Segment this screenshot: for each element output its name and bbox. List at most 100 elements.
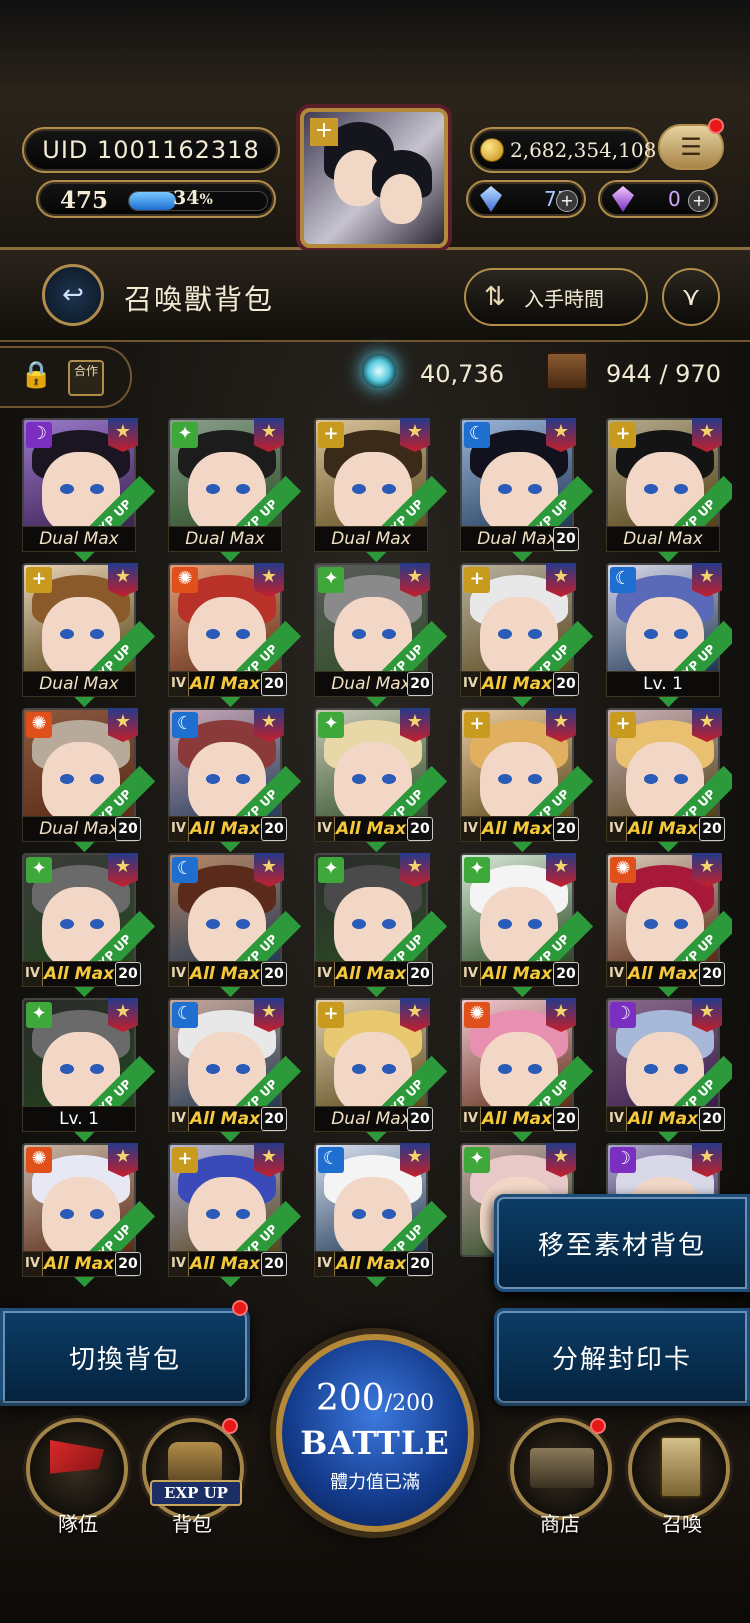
card-level-label: Dual Max 20 <box>314 671 433 697</box>
nav-team-button[interactable] <box>26 1418 128 1520</box>
rarity-star-icon: ★ <box>692 563 722 597</box>
summon-card[interactable]: ✺ ★ EXP UP Dual Max 20 <box>22 708 156 853</box>
summon-card[interactable]: ✦ ★ EXP UP IV All Max 20 <box>22 853 156 998</box>
card-max-status: All Max <box>189 964 261 984</box>
summon-card[interactable]: ✦ ★ EXP UP IV All Max 20 <box>314 708 448 853</box>
fire-element-icon: ✺ <box>26 1147 52 1173</box>
water-element-icon: ☾ <box>610 567 636 593</box>
wood-element-icon: ✦ <box>26 857 52 883</box>
decompose-seal-card-button[interactable]: 分解封印卡 <box>494 1308 750 1406</box>
rarity-star-icon: ★ <box>400 418 430 452</box>
card-max-status: All Max <box>481 819 553 839</box>
player-avatar[interactable]: + <box>300 108 448 248</box>
card-level-label: IV All Max 20 <box>168 816 287 842</box>
card-skill-level: 20 <box>261 672 287 696</box>
filter-button[interactable]: ⋎ <box>662 268 720 326</box>
summon-card[interactable]: ✺ ★ EXP UP IV All Max 20 <box>606 853 732 998</box>
storage-chest-icon <box>546 352 588 390</box>
card-level-label: IV All Max 20 <box>168 1251 287 1277</box>
nav-summon-button[interactable] <box>628 1418 730 1520</box>
summon-card[interactable]: + ★ EXP UP Dual Max <box>314 418 448 563</box>
rarity-star-icon: ★ <box>108 418 138 452</box>
card-skill-level: 20 <box>553 527 579 551</box>
light-element-icon: + <box>464 567 490 593</box>
rarity-star-icon: ★ <box>692 853 722 887</box>
add-blue-gem-button[interactable]: + <box>556 190 578 212</box>
merge-button[interactable]: 合作 <box>68 360 104 396</box>
summon-card[interactable]: ☾ ★ EXP UP IV All Max 20 <box>168 998 302 1143</box>
summon-card[interactable]: ✦ ★ EXP UP Dual Max 20 <box>314 563 448 708</box>
wood-element-icon: ✦ <box>26 1002 52 1028</box>
light-element-icon: + <box>464 712 490 738</box>
rarity-star-icon: ★ <box>254 418 284 452</box>
exp-bar-fill <box>129 192 176 210</box>
back-button[interactable]: ↩ <box>42 264 104 326</box>
card-skill-level: 20 <box>115 817 141 841</box>
move-to-material-bag-button[interactable]: 移至素材背包 <box>494 1194 750 1292</box>
card-max-status: Dual Max <box>331 674 411 694</box>
sort-button[interactable]: ⇅ 入手時間 <box>464 268 648 326</box>
add-purple-gem-button[interactable]: + <box>688 190 710 212</box>
summon-card[interactable]: ✦ ★ EXP UP Lv. 1 <box>22 998 156 1143</box>
summon-card[interactable]: ✦ ★ EXP UP Dual Max <box>168 418 302 563</box>
card-rank: IV <box>461 672 481 696</box>
card-rank: IV <box>315 1252 335 1276</box>
summon-card[interactable]: + ★ EXP UP Dual Max 20 <box>314 998 448 1143</box>
card-rank: IV <box>23 1252 43 1276</box>
switch-bag-notification-dot <box>232 1300 248 1316</box>
summon-card[interactable]: + ★ EXP UP IV All Max 20 <box>460 708 594 853</box>
rarity-star-icon: ★ <box>692 418 722 452</box>
card-level-label: Lv. 1 <box>22 1106 136 1132</box>
dark-element-icon: ☽ <box>610 1147 636 1173</box>
blue-gem-counter: 75 + <box>466 180 586 218</box>
card-max-status: All Max <box>189 1109 261 1129</box>
summon-card[interactable]: + ★ EXP UP IV All Max 20 <box>460 563 594 708</box>
bag-notification-dot <box>222 1418 238 1434</box>
card-skill-level: 20 <box>115 962 141 986</box>
card-rank: IV <box>607 1107 627 1131</box>
summon-card[interactable]: ✦ ★ EXP UP IV All Max 20 <box>314 853 448 998</box>
card-max-status: Dual Max <box>185 529 265 549</box>
wood-element-icon: ✦ <box>318 567 344 593</box>
card-level-label: Dual Max 20 <box>314 1106 433 1132</box>
bag-exp-up-badge: EXP UP <box>150 1480 242 1506</box>
summon-card[interactable]: + ★ EXP UP Dual Max <box>606 418 732 563</box>
gold-counter: 2,682,354,108 <box>470 127 656 173</box>
card-level-label: IV All Max 20 <box>314 816 433 842</box>
summon-card[interactable]: ✺ ★ EXP UP IV All Max 20 <box>22 1143 156 1288</box>
summon-card[interactable]: + ★ EXP UP IV All Max 20 <box>606 708 732 853</box>
card-skill-level: 20 <box>553 962 579 986</box>
summon-card[interactable]: ☾ ★ EXP UP IV All Max 20 <box>168 853 302 998</box>
dark-element-icon: ☽ <box>26 422 52 448</box>
summon-card[interactable]: ☾ ★ EXP UP Dual Max 20 <box>460 418 594 563</box>
storage-capacity: 944 / 970 <box>606 360 721 388</box>
card-max-status: All Max <box>481 674 553 694</box>
summon-card[interactable]: + ★ EXP UP Dual Max <box>22 563 156 708</box>
rarity-star-icon: ★ <box>546 708 576 742</box>
summon-card[interactable]: ✦ ★ EXP UP IV All Max 20 <box>460 853 594 998</box>
light-element-icon: + <box>172 1147 198 1173</box>
summon-card[interactable]: ☾ ★ EXP UP IV All Max 20 <box>314 1143 448 1288</box>
summon-card[interactable]: ☾ ★ EXP UP IV All Max 20 <box>168 708 302 853</box>
summon-card[interactable]: ☽ ★ EXP UP IV All Max 20 <box>606 998 732 1143</box>
summon-card[interactable]: ☽ ★ EXP UP Dual Max <box>22 418 156 563</box>
card-skill-level: 20 <box>407 1107 433 1131</box>
summon-card[interactable]: ☾ ★ EXP UP Lv. 1 <box>606 563 732 708</box>
summon-card[interactable]: ✺ ★ EXP UP IV All Max 20 <box>168 563 302 708</box>
rarity-star-icon: ★ <box>108 563 138 597</box>
card-skill-level: 20 <box>261 1252 287 1276</box>
card-level-label: Dual Max 20 <box>22 816 141 842</box>
filter-icon: ⋎ <box>681 282 701 312</box>
summon-card[interactable]: ✺ ★ EXP UP IV All Max 20 <box>460 998 594 1143</box>
rarity-star-icon: ★ <box>254 563 284 597</box>
summon-card[interactable]: + ★ EXP UP IV All Max 20 <box>168 1143 302 1288</box>
level-number: 475 <box>60 187 109 214</box>
rarity-star-icon: ★ <box>692 1143 722 1177</box>
battle-button[interactable]: 200/200 BATTLE 體力值已滿 <box>276 1334 474 1532</box>
lock-icon[interactable]: 🔒 <box>20 360 52 394</box>
card-max-status: All Max <box>481 964 553 984</box>
wood-element-icon: ✦ <box>464 1147 490 1173</box>
card-skill-level: 20 <box>407 817 433 841</box>
switch-bag-button[interactable]: 切換背包 <box>0 1308 250 1406</box>
card-skill-level: 20 <box>115 1252 141 1276</box>
